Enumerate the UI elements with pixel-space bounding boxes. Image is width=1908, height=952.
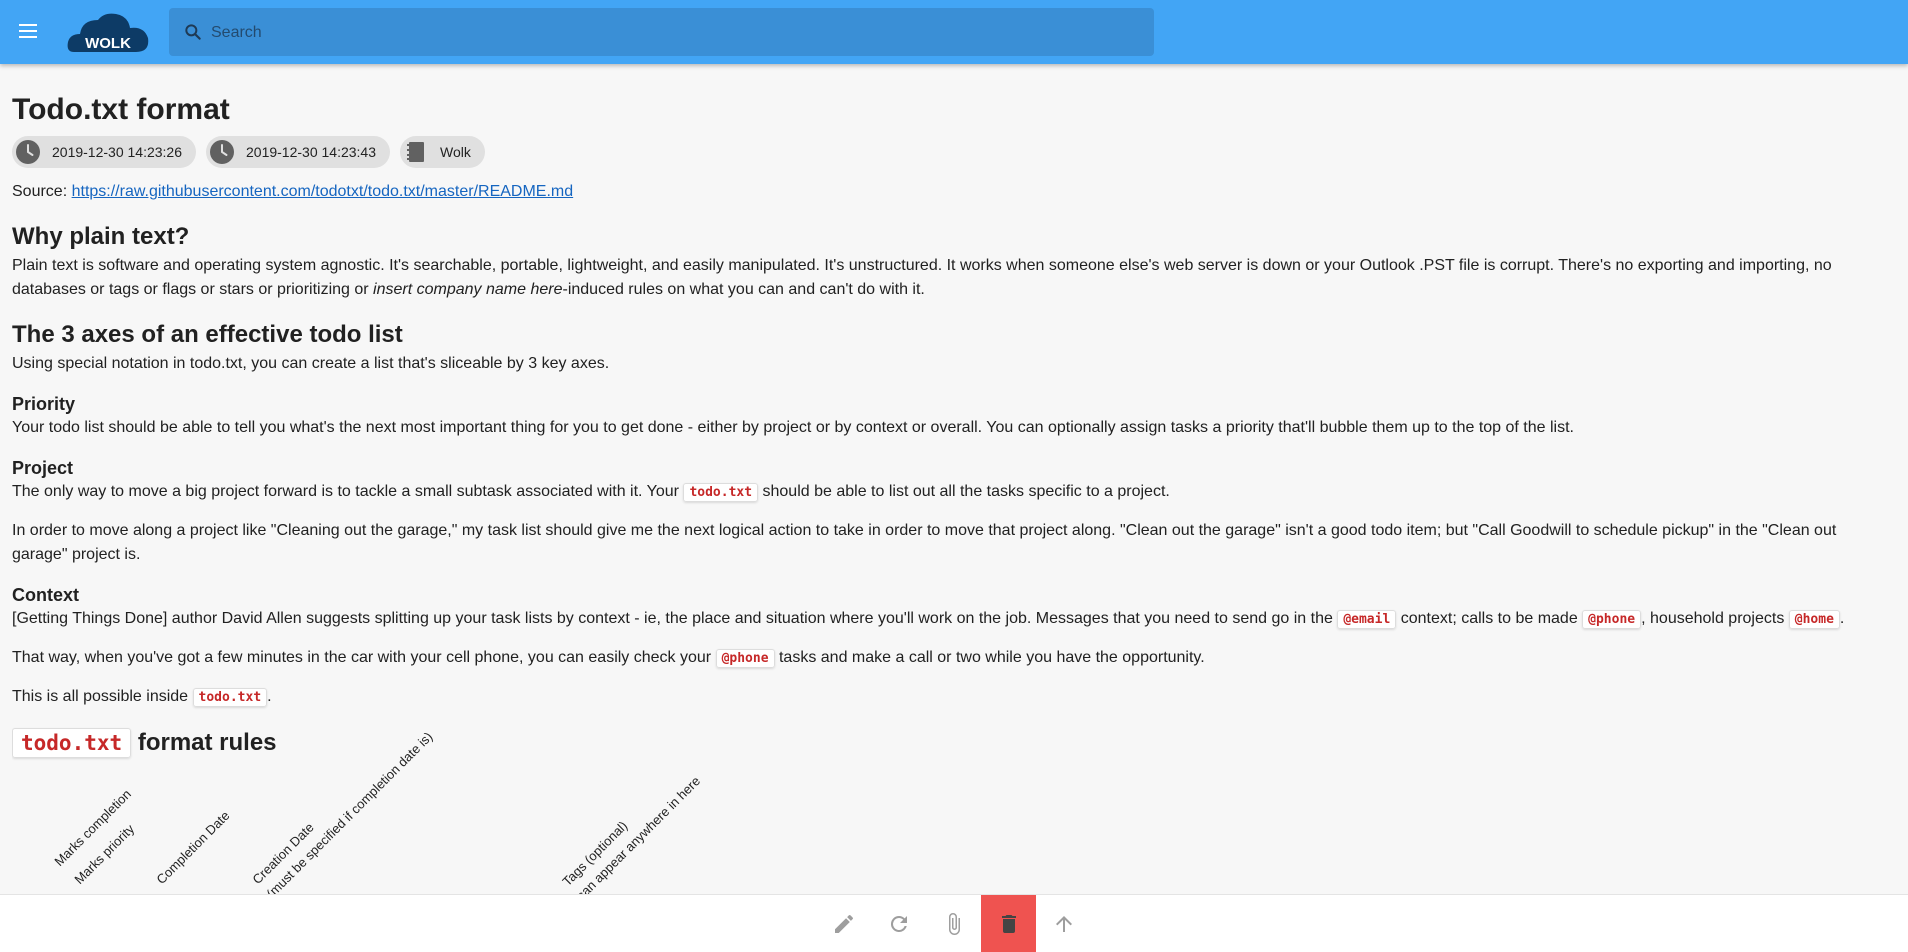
svg-text:WOLK: WOLK (85, 35, 131, 52)
modified-date: 2019-12-30 14:23:43 (246, 144, 376, 160)
paragraph-axes: Using special notation in todo.txt, you … (12, 355, 610, 372)
edit-button[interactable] (816, 895, 871, 952)
inline-code: @home (1788, 610, 1840, 629)
paragraph-context-1: [Getting Things Done] author David Allen… (12, 607, 1896, 632)
bottom-toolbar (0, 894, 1908, 952)
note-metadata: 2019-12-30 14:23:26 2019-12-30 14:23:43 … (12, 136, 1896, 168)
paragraph-text: , household projects (1641, 610, 1789, 627)
source-line: Source: https://raw.githubusercontent.co… (12, 180, 1896, 204)
modified-date-chip: 2019-12-30 14:23:43 (206, 136, 390, 168)
notebook-chip[interactable]: Wolk (400, 136, 485, 168)
paragraph-text: . (267, 688, 272, 705)
paragraph-priority: Your todo list should be able to tell yo… (12, 419, 1574, 436)
paragraph-project-2: In order to move along a project like "C… (12, 522, 1837, 563)
clock-icon (210, 140, 234, 164)
heading-text: format rules (131, 729, 277, 756)
inline-code: todo.txt (683, 483, 759, 502)
paperclip-icon (948, 912, 960, 935)
inline-code: @email (1337, 610, 1397, 629)
trash-icon (1001, 914, 1016, 933)
paragraph-context-2: That way, when you've got a few minutes … (12, 646, 1896, 671)
inline-code: @phone (715, 649, 775, 668)
clock-icon (16, 140, 40, 164)
note-content: Todo.txt format 2019-12-30 14:23:26 2019… (12, 64, 1896, 894)
wolk-logo[interactable]: WOLK (66, 8, 150, 56)
scroll-top-button[interactable] (1036, 895, 1091, 952)
notebook-icon (407, 142, 424, 162)
paragraph-text: should be able to list out all the tasks… (758, 483, 1170, 500)
paragraph-text: The only way to move a big project forwa… (12, 483, 684, 500)
emphasis-text: insert company name here (373, 281, 563, 298)
paragraph-text: context; calls to be made (1396, 610, 1583, 627)
arrow-up-icon (1055, 915, 1072, 932)
paragraph-text: [Getting Things Done] author David Allen… (12, 610, 1338, 627)
heading-project: Project (12, 458, 74, 478)
heading-priority: Priority (12, 394, 76, 414)
pencil-icon (834, 914, 853, 933)
paragraph-text: . (1839, 610, 1845, 627)
notebook-name: Wolk (440, 144, 471, 160)
paragraph-text: This is all possible inside (12, 688, 193, 705)
paragraph-project-1: The only way to move a big project forwa… (12, 480, 1896, 505)
paragraph-why: Plain text is software and operating sys… (12, 254, 1896, 302)
inline-code: todo.txt (12, 728, 132, 758)
delete-button[interactable] (981, 895, 1036, 952)
diagram-label-completion-date: Completion Date (153, 807, 233, 887)
created-date-chip: 2019-12-30 14:23:26 (12, 136, 196, 168)
search-bar[interactable] (169, 8, 1154, 58)
paragraph-context-3: This is all possible inside todo.txt. (12, 685, 1896, 710)
page-title: Todo.txt format (12, 93, 230, 126)
paragraph-text: tasks and make a call or two while you h… (774, 649, 1205, 666)
heading-format-rules: todo.txt format rules (12, 728, 1896, 758)
attach-button[interactable] (926, 895, 981, 952)
app-bar: WOLK (0, 0, 1908, 64)
inline-code: todo.txt (192, 688, 268, 707)
refresh-icon (890, 915, 907, 932)
created-date: 2019-12-30 14:23:26 (52, 144, 182, 160)
diagram-label-tags-note: can appear anywhere in here (573, 773, 704, 894)
format-rules-diagram: Marks completion Marks priority Completi… (12, 729, 1896, 894)
search-icon (185, 24, 201, 40)
paragraph-text: -induced rules on what you can and can't… (562, 281, 925, 298)
heading-three-axes: The 3 axes of an effective todo list (12, 321, 403, 348)
menu-icon[interactable] (16, 20, 40, 44)
source-link[interactable]: https://raw.githubusercontent.com/todotx… (72, 183, 574, 200)
search-input[interactable] (209, 8, 1143, 58)
heading-context: Context (12, 585, 79, 605)
refresh-button[interactable] (871, 895, 926, 952)
source-label: Source: (12, 183, 72, 200)
paragraph-text: That way, when you've got a few minutes … (12, 649, 716, 666)
heading-why-plain-text: Why plain text? (12, 223, 190, 250)
inline-code: @phone (1582, 610, 1642, 629)
